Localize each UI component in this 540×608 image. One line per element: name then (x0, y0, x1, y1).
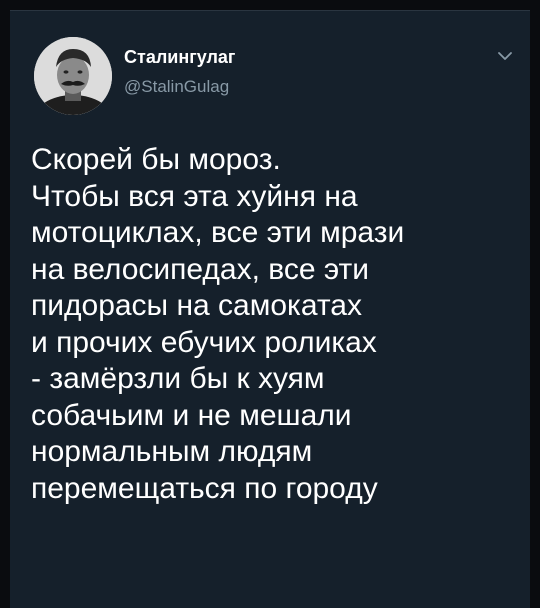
avatar-portrait (34, 37, 112, 115)
author-name[interactable]: Сталингулаг (124, 47, 235, 68)
tweet-line: Чтобы вся эта хуйня на (31, 179, 358, 213)
tweet-text: Скорей бы мороз. Чтобы вся эта хуйня на … (31, 142, 523, 507)
tweet-card: Сталингулаг @StalinGulag Скорей бы мороз… (10, 10, 530, 608)
tweet-line: на велосипедах, все эти (31, 252, 370, 286)
author-handle[interactable]: @StalinGulag (124, 77, 229, 97)
tweet-line: - замёрзли бы к хуям (31, 362, 325, 395)
tweet-line: мотоциклах, все эти мрази (31, 216, 405, 249)
tweet-line: перемещаться по городу (31, 471, 378, 505)
tweet-line: собачьим и не мешали (31, 398, 352, 432)
chevron-down-icon[interactable] (496, 49, 514, 63)
tweet-line: Скорей бы мороз. (31, 143, 281, 176)
avatar[interactable] (34, 37, 112, 115)
tweet-line: пидорасы на самокатах (31, 289, 362, 322)
tweet-line: нормальным людям (31, 435, 313, 468)
tweet-line: и прочих ебучих роликах (31, 325, 377, 359)
